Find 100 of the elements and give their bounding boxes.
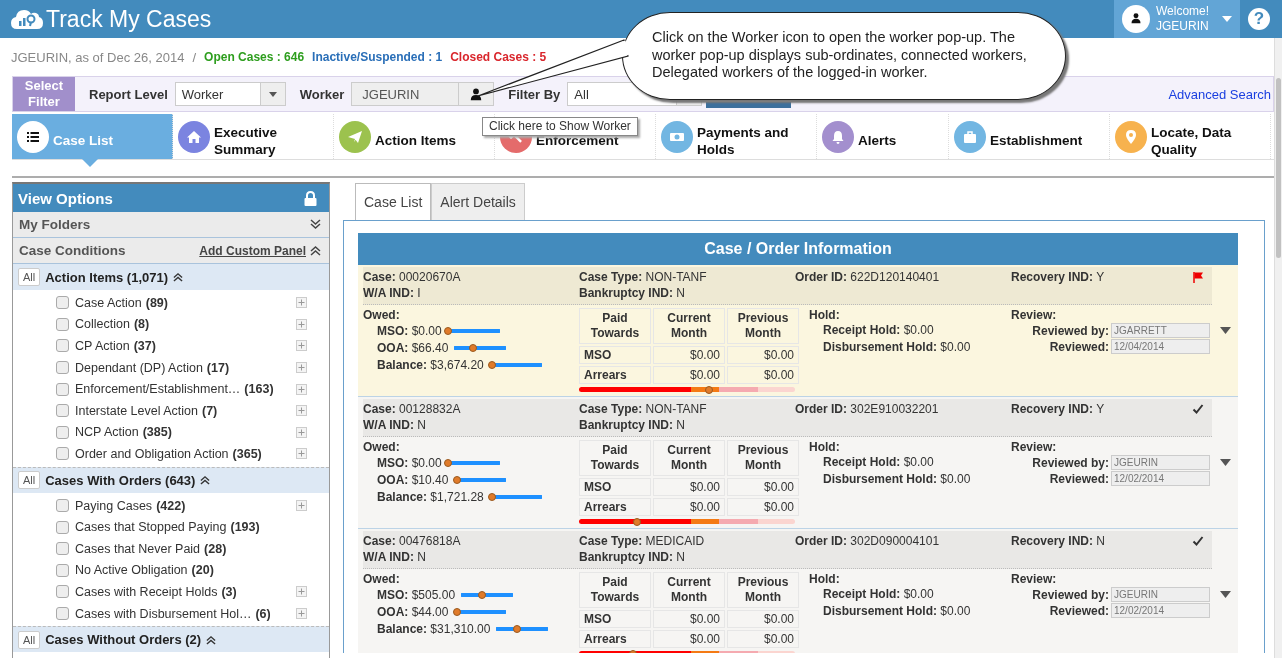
table-cell: $0.00 [653,630,725,648]
case-field: W/A IND: I [363,285,579,301]
slider-thumb[interactable] [443,326,452,335]
slider-thumb[interactable] [443,458,452,467]
column-header: Paid Towards [579,572,651,608]
hold-amount: Disbursement Hold: $0.00 [822,603,972,620]
condition-label: Paying Cases [75,498,153,513]
table-cell: $0.00 [727,630,799,648]
slider[interactable] [447,326,500,335]
checkbox[interactable] [56,296,69,310]
case-field: Bankruptcy IND: N [579,417,795,433]
slider[interactable] [454,475,507,484]
add-custom-panel-link[interactable]: Add Custom Panel [199,243,306,258]
table-cell: $0.00 [653,366,725,384]
section-header[interactable]: Case Conditions Add Custom Panel [13,238,329,264]
slider-thumb[interactable] [488,492,497,501]
case-field: W/A IND: N [363,549,579,565]
case-field: Recovery IND: Y [1011,269,1105,301]
all-button[interactable]: All [18,471,41,490]
slider-thumb[interactable] [488,360,497,369]
condition-count: (6) [255,606,271,621]
hold-amount: Disbursement Hold: $0.00 [822,339,972,356]
scrollbar-thumb[interactable] [1276,78,1281,258]
owed-amount: Balance: $1,721.28 [377,489,484,504]
collapse-icon[interactable] [173,272,184,282]
collapse-icon[interactable] [206,634,217,645]
field-label: Reviewed: [1049,603,1109,618]
section-header[interactable]: My Folders [13,212,329,238]
slider[interactable] [489,492,542,501]
collapse-icon[interactable] [310,245,321,256]
plus-icon[interactable] [296,448,307,460]
hold-amount: Receipt Hold: $0.00 [822,454,935,471]
caret-icon[interactable] [1219,459,1231,466]
row-header: Arrears [579,498,651,516]
plus-icon[interactable] [296,608,307,619]
all-button[interactable]: All [18,268,41,286]
row-header: Arrears [579,366,651,384]
collapse-icon[interactable] [200,475,211,486]
slider[interactable] [454,607,507,616]
table-cell: $0.00 [653,498,725,516]
caret-icon[interactable] [1219,591,1231,598]
all-button[interactable]: All [18,630,41,649]
table-cell: $0.00 [653,610,725,628]
case-count: Open Cases : 646 [204,50,305,64]
plus-icon[interactable] [296,318,307,330]
slider[interactable] [447,458,500,467]
plus-icon[interactable] [296,426,307,438]
section-title: Case Conditions [19,243,126,258]
slider-thumb[interactable] [477,590,486,599]
plus-icon[interactable] [296,405,307,417]
hold-amount: Disbursement Hold: $0.00 [822,471,972,488]
checkbox[interactable] [56,382,69,396]
condition-count: (3) [221,584,237,599]
plus-icon[interactable] [296,362,307,374]
slider-thumb[interactable] [513,624,522,633]
plus-icon[interactable] [296,383,307,395]
scrollbar[interactable] [1274,38,1282,658]
checkbox[interactable] [56,585,69,599]
checkbox[interactable] [56,520,69,534]
dropdown[interactable]: Worker [174,82,286,106]
condition-label: NCP Action [75,425,139,440]
field-label: Filter By [508,86,561,102]
table-cell: $0.00 [727,610,799,628]
case-field: Bankruptcy IND: N [579,549,795,565]
slider-thumb[interactable] [453,475,461,484]
column-header: Previous Month [727,308,799,344]
hold-amount: Receipt Hold: $0.00 [822,322,935,339]
advanced-search-link[interactable]: Advanced Search [1168,86,1271,102]
slider-thumb[interactable] [468,343,477,352]
case-field: Order ID: 622D120140401 [795,269,1011,285]
condition-label: Case Action [75,295,142,310]
expand-icon[interactable] [310,219,321,230]
checkbox[interactable] [56,361,69,375]
owed-amount: MSO: $505.00 [377,587,456,602]
case-field: Case: 00128832A [363,401,579,417]
caret-icon [268,91,277,97]
checkbox[interactable] [56,607,69,620]
caret-icon[interactable] [1219,327,1231,334]
plus-icon[interactable] [296,500,307,512]
checkbox[interactable] [56,447,69,461]
plus-icon[interactable] [296,586,307,598]
plus-icon[interactable] [296,340,307,352]
tab[interactable]: Case List [355,183,432,220]
plus-icon[interactable] [296,297,307,309]
checkbox[interactable] [56,339,69,353]
tab[interactable]: Alert Details [431,183,525,220]
checkbox[interactable] [56,404,69,418]
column-header: Previous Month [727,440,799,476]
column-header: Paid Towards [579,440,651,476]
checkbox[interactable] [56,542,69,556]
slider[interactable] [489,360,542,369]
condition-label: Order and Obligation Action [75,446,229,461]
caret-icon [1222,16,1232,22]
checkbox[interactable] [56,563,69,577]
help-icon[interactable]: ? [1248,8,1270,30]
lock-icon [304,190,317,206]
slider-thumb[interactable] [453,607,461,616]
checkbox[interactable] [56,425,69,439]
checkbox[interactable] [56,317,69,331]
checkbox[interactable] [56,499,69,513]
